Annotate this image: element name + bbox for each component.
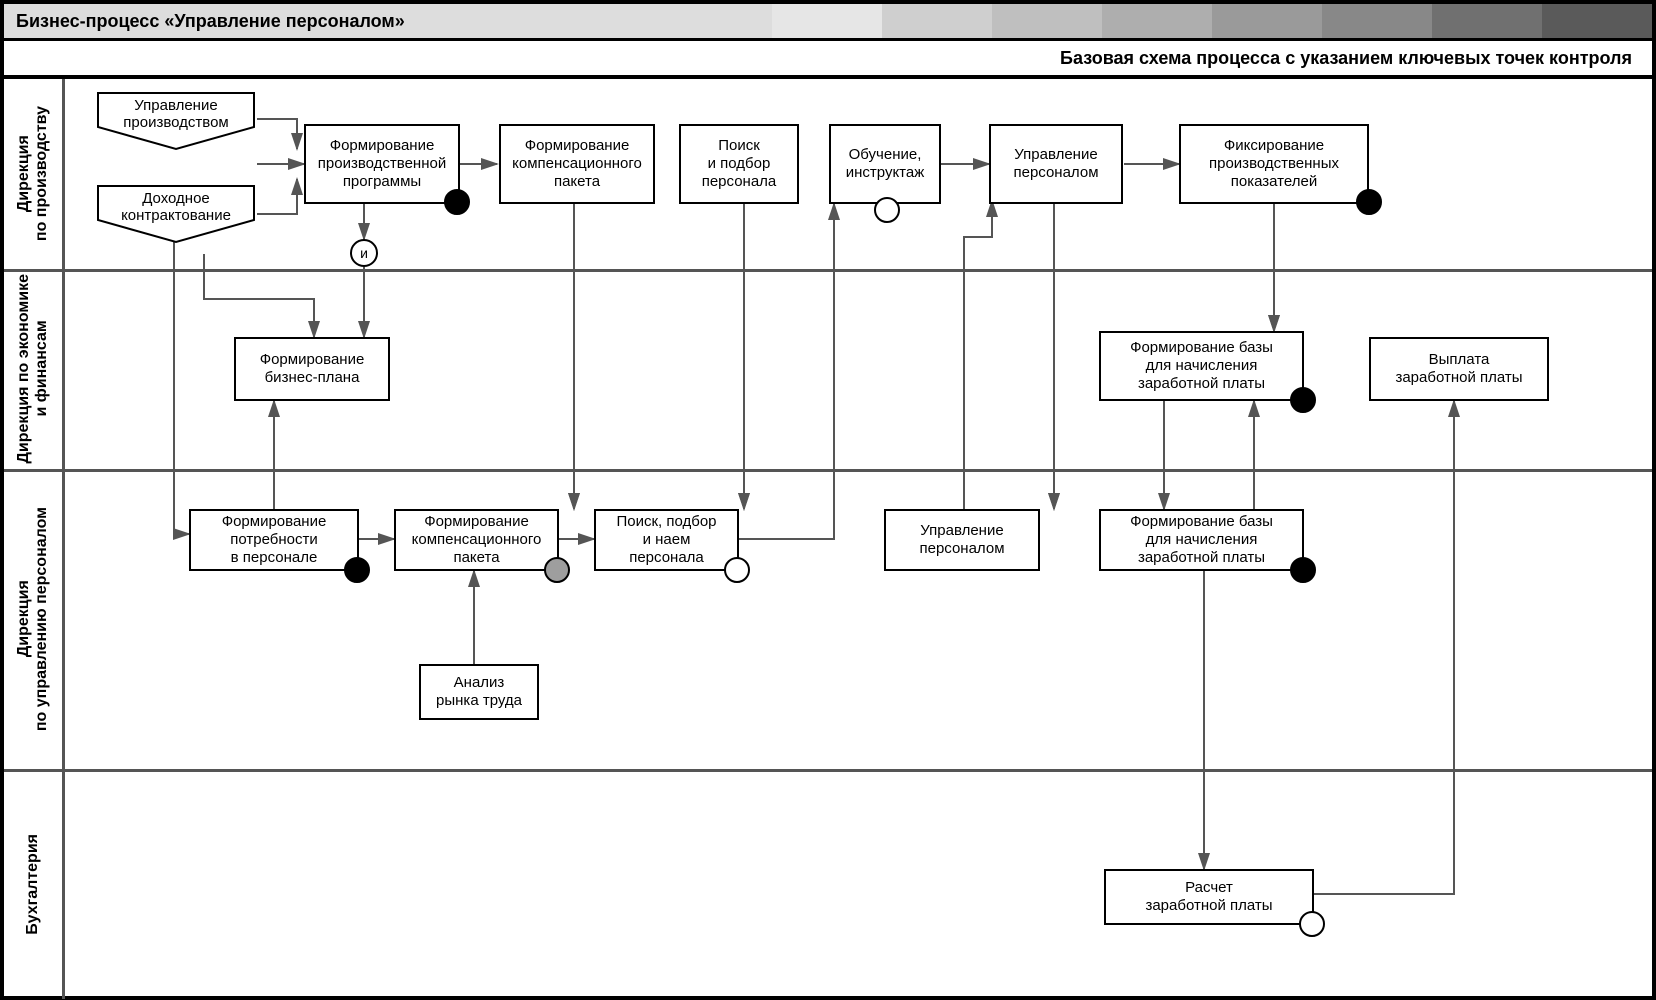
lane-label-finance: Дирекция по экономикеи финансам bbox=[4, 269, 65, 469]
gateway-and: и bbox=[350, 239, 378, 267]
control-point-training bbox=[874, 197, 900, 223]
header-band bbox=[1102, 4, 1212, 38]
header-band bbox=[1212, 4, 1322, 38]
header-band bbox=[1542, 4, 1652, 38]
header-band bbox=[772, 4, 882, 38]
box-search-top: Поиски подборперсонала bbox=[679, 124, 799, 204]
box-comp-pack-hr: Формированиекомпенсационногопакета bbox=[394, 509, 559, 571]
control-point-payroll-calc bbox=[1299, 911, 1325, 937]
box-market-analysis: Анализрынка труда bbox=[419, 664, 539, 720]
header-band bbox=[882, 4, 992, 38]
header-band bbox=[1432, 4, 1542, 38]
box-payroll-calc: Расчетзаработной платы bbox=[1104, 869, 1314, 925]
control-point-comp-pack-hr bbox=[544, 557, 570, 583]
control-point-payroll-base-hr bbox=[1290, 557, 1316, 583]
input-production-mgmt: Управлениепроизводством bbox=[96, 91, 256, 151]
header-band bbox=[992, 4, 1102, 38]
control-point-prod-prog bbox=[444, 189, 470, 215]
box-hr-need: Формированиепотребностив персонале bbox=[189, 509, 359, 571]
box-search-hr: Поиск, подбори наемперсонала bbox=[594, 509, 739, 571]
input-income-contracting: Доходноеконтрактование bbox=[96, 184, 256, 244]
lane-label-production: Дирекцияпо производству bbox=[4, 79, 65, 269]
box-production-program: Формированиепроизводственнойпрограммы bbox=[304, 124, 460, 204]
swimlane-container: Дирекцияпо производству Дирекция по экон… bbox=[4, 79, 1652, 996]
control-point-hr-need bbox=[344, 557, 370, 583]
box-training: Обучение,инструктаж bbox=[829, 124, 941, 204]
box-payroll-base-fin: Формирование базыдля начислениязаработно… bbox=[1099, 331, 1304, 401]
subheader-text: Базовая схема процесса с указанием ключе… bbox=[1060, 48, 1632, 69]
lane-label-hr: Дирекцияпо управлению персоналом bbox=[4, 469, 65, 769]
header-color-bands bbox=[772, 4, 1652, 38]
page-title: Бизнес-процесс «Управление персоналом» bbox=[4, 11, 772, 32]
diagram-page: Бизнес-процесс «Управление персоналом» Б… bbox=[0, 0, 1656, 1000]
box-comp-pack-top: Формированиекомпенсационногопакета bbox=[499, 124, 655, 204]
control-point-fix-indicators bbox=[1356, 189, 1382, 215]
control-point-payroll-base-fin bbox=[1290, 387, 1316, 413]
header-bar: Бизнес-процесс «Управление персоналом» bbox=[4, 4, 1652, 41]
control-point-search-hr bbox=[724, 557, 750, 583]
header-band bbox=[1322, 4, 1432, 38]
lane-label-accounting: Бухгалтерия bbox=[4, 769, 65, 999]
box-fix-indicators: Фиксированиепроизводственныхпоказателей bbox=[1179, 124, 1369, 204]
box-business-plan: Формированиебизнес-плана bbox=[234, 337, 390, 401]
box-hr-mgmt-top: Управлениеперсоналом bbox=[989, 124, 1123, 204]
box-payroll-base-hr: Формирование базыдля начислениязаработно… bbox=[1099, 509, 1304, 571]
box-pay-out: Выплатазаработной платы bbox=[1369, 337, 1549, 401]
subheader: Базовая схема процесса с указанием ключе… bbox=[4, 41, 1652, 79]
lane-accounting: Бухгалтерия bbox=[4, 769, 1652, 999]
box-hr-mgmt-hr: Управлениеперсоналом bbox=[884, 509, 1040, 571]
